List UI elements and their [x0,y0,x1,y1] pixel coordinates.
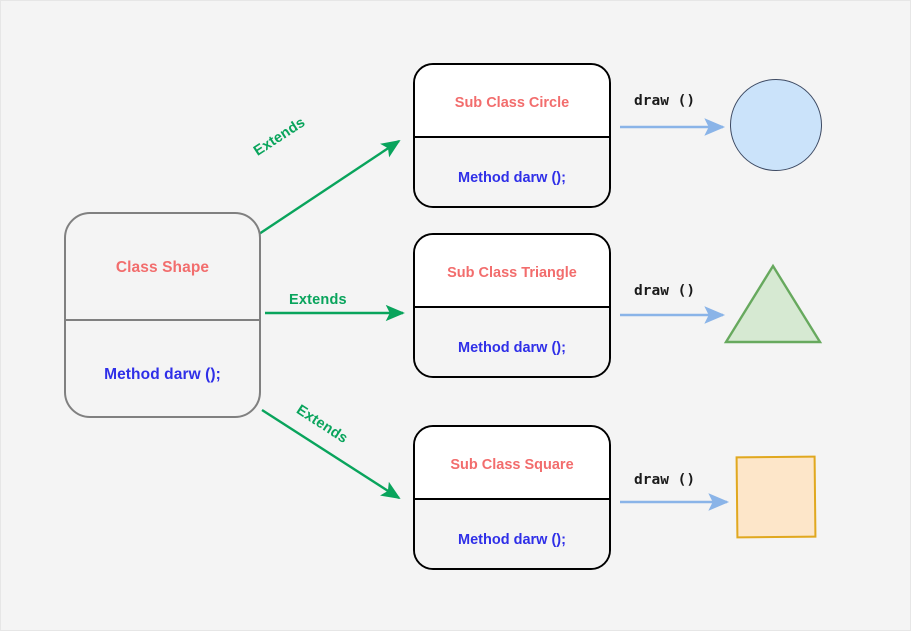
diagram-canvas: Class Shape Method darw (); Sub Class Ci… [0,0,911,631]
class-method-sub-triangle: Method darw (); [458,340,566,356]
circle-shape [730,79,822,171]
class-box-shape[interactable]: Class Shape Method darw (); [64,212,261,418]
class-name-shape: Class Shape [115,259,210,276]
class-box-sub-circle[interactable]: Sub Class Circle Method darw (); [413,63,611,208]
draw-call-label-triangle: draw () [634,283,696,299]
extends-label-circle: Extends [251,114,309,160]
class-box-sub-triangle[interactable]: Sub Class Triangle Method darw (); [413,233,611,378]
draw-call-label-circle: draw () [634,93,696,109]
extends-label-triangle: Extends [289,292,347,308]
class-compartment-divider [64,319,261,321]
class-name-sub-square: Sub Class Square [450,457,574,473]
class-method-sub-circle: Method darw (); [458,170,566,186]
class-box-sub-square[interactable]: Sub Class Square Method darw (); [413,425,611,570]
extends-arrow-circle [258,139,401,235]
draw-call-label-square: draw () [634,472,696,488]
class-name-sub-triangle: Sub Class Triangle [447,265,577,281]
class-method-shape: Method darw (); [104,366,221,383]
class-method-sub-square: Method darw (); [458,532,566,548]
extends-label-square: Extends [293,402,351,447]
triangle-shape [723,263,823,345]
class-name-sub-circle: Sub Class Circle [454,95,570,111]
square-shape [735,455,817,539]
